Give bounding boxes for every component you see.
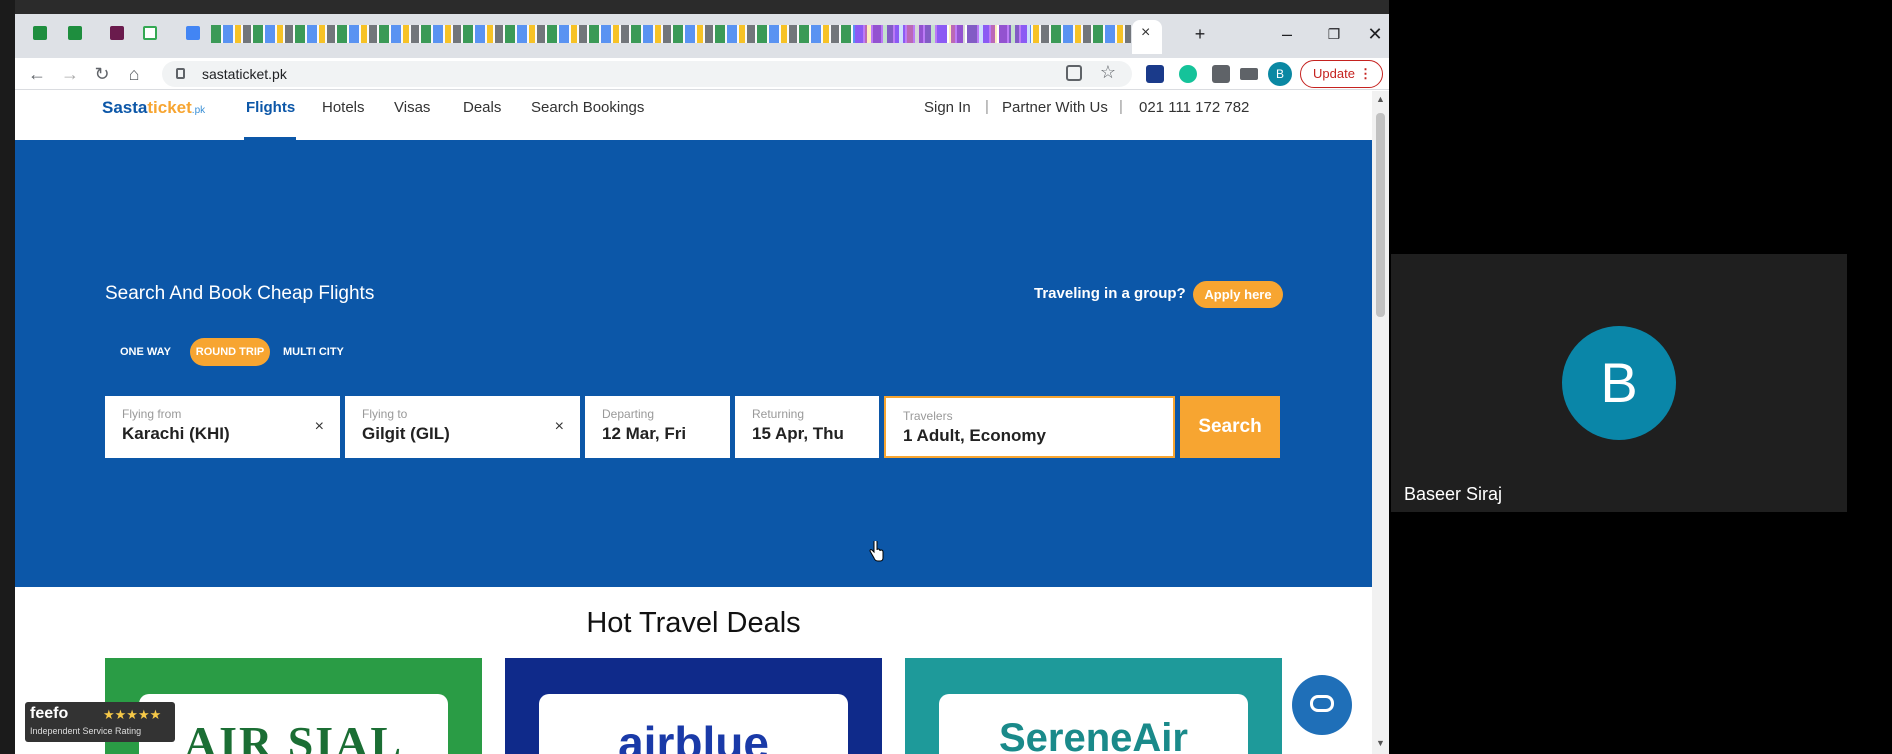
web-page: Sastaticket.pk Flights Hotels Visas Deal… — [15, 91, 1372, 754]
departing-label: Departing — [602, 407, 655, 421]
bookmark-star-icon[interactable]: ☆ — [1100, 62, 1116, 83]
reload-icon[interactable]: ↻ — [90, 62, 114, 86]
extension-vpn-icon[interactable] — [1146, 65, 1164, 83]
flight-search-hero: Search And Book Cheap Flights Traveling … — [15, 140, 1372, 587]
logo-suffix: .pk — [191, 105, 206, 116]
phone-number[interactable]: 021 111 172 782 — [1139, 99, 1249, 116]
rating-stars-icon: ★★★★★ — [103, 707, 162, 722]
flying-to-label: Flying to — [362, 407, 408, 421]
reading-list-icon[interactable] — [1240, 68, 1258, 80]
flying-to-field[interactable]: Flying to Gilgit (GIL) × — [345, 396, 580, 458]
browser-toolbar: ← → ↻ ⌂ sastaticket.pk ☆ B Update ⋮ — [15, 58, 1389, 90]
tab-meet[interactable] — [140, 22, 160, 44]
hand-cursor-icon — [869, 541, 884, 562]
site-header: Sastaticket.pk Flights Hotels Visas Deal… — [15, 91, 1372, 140]
scroll-up-icon[interactable]: ▲ — [1376, 94, 1385, 104]
nav-separator: | — [1119, 98, 1123, 115]
deal-card-sereneair[interactable]: SereneAir — [905, 658, 1282, 754]
url-text[interactable]: sastaticket.pk — [202, 66, 287, 82]
participant-avatar: B — [1562, 326, 1676, 440]
clear-to-icon[interactable]: × — [555, 418, 564, 436]
tab-sheets-2[interactable] — [65, 22, 85, 44]
tab-sheets-1[interactable] — [30, 22, 50, 44]
window-left-edge — [0, 0, 15, 754]
tab-docs[interactable] — [183, 22, 203, 44]
travelers-field[interactable]: Travelers 1 Adult, Economy — [884, 396, 1175, 458]
flying-from-label: Flying from — [122, 407, 182, 421]
forward-icon[interactable]: → — [58, 62, 82, 86]
apply-here-button[interactable]: Apply here — [1193, 281, 1283, 308]
airblue-logo: airblue — [539, 694, 848, 754]
participant-tile[interactable]: B Baseer Siraj — [1391, 254, 1847, 512]
window-top-edge — [0, 0, 1389, 14]
returning-label: Returning — [752, 407, 805, 421]
nav-visas[interactable]: Visas — [394, 99, 430, 116]
departing-value[interactable]: 12 Mar, Fri — [602, 424, 686, 444]
clear-from-icon[interactable]: × — [315, 418, 324, 436]
extension-grammarly-icon[interactable] — [1179, 65, 1197, 83]
new-tab-button[interactable]: + — [1180, 22, 1220, 46]
sereneair-logo: SereneAir — [939, 694, 1248, 754]
hero-title: Search And Book Cheap Flights — [105, 283, 375, 304]
departing-date-field[interactable]: Departing 12 Mar, Fri — [585, 396, 730, 458]
trip-type-one-way[interactable]: ONE WAY — [120, 338, 171, 366]
nav-hotels[interactable]: Hotels — [322, 99, 365, 116]
tab-app[interactable] — [107, 22, 127, 44]
flying-to-value[interactable]: Gilgit (GIL) — [362, 424, 450, 444]
screen: × + – ❐ ✕ ← → ↻ ⌂ sastaticket.pk ☆ B Upd… — [0, 0, 1892, 754]
browser-window: × + – ❐ ✕ ← → ↻ ⌂ sastaticket.pk ☆ B Upd… — [0, 0, 1389, 754]
returning-date-field[interactable]: Returning 15 Apr, Thu — [735, 396, 879, 458]
extensions-puzzle-icon[interactable] — [1212, 65, 1230, 83]
pinned-tabs-strip-purple[interactable] — [855, 25, 1030, 43]
close-window-button[interactable]: ✕ — [1355, 22, 1395, 46]
active-tab[interactable]: × — [1132, 20, 1162, 54]
nav-flights[interactable]: Flights — [246, 99, 295, 116]
back-icon[interactable]: ← — [25, 62, 49, 86]
chat-button[interactable] — [1292, 675, 1352, 735]
nav-separator: | — [985, 98, 989, 115]
logo-main: Sasta — [102, 98, 148, 117]
sign-in-link[interactable]: Sign In — [924, 99, 971, 116]
feefo-caption: Independent Service Rating — [30, 726, 142, 736]
tab-close-icon[interactable]: × — [1141, 24, 1150, 42]
feefo-logo: feefo — [30, 705, 69, 722]
logo-accent: ticket — [147, 98, 192, 117]
home-icon[interactable]: ⌂ — [122, 62, 146, 86]
partner-with-us-link[interactable]: Partner With Us — [1002, 99, 1108, 116]
trip-type-multi-city[interactable]: MULTI CITY — [283, 338, 344, 366]
airsial-logo: AIR SIAL — [139, 694, 448, 754]
page-scrollbar[interactable]: ▲ ▼ — [1372, 91, 1389, 754]
maximize-button[interactable]: ❐ — [1314, 22, 1354, 46]
flying-from-value[interactable]: Karachi (KHI) — [122, 424, 230, 444]
scroll-down-icon[interactable]: ▼ — [1376, 738, 1385, 748]
install-icon[interactable] — [1066, 65, 1082, 81]
update-button[interactable]: Update ⋮ — [1300, 60, 1383, 88]
group-travel-prompt: Traveling in a group? — [1034, 285, 1186, 302]
tab-strip: × + – ❐ ✕ — [15, 14, 1389, 62]
update-label: Update — [1313, 66, 1355, 81]
trip-type-round-trip[interactable]: ROUND TRIP — [190, 338, 270, 366]
chat-bubble-icon — [1310, 695, 1334, 712]
nav-deals[interactable]: Deals — [463, 99, 501, 116]
sastaticket-logo[interactable]: Sastaticket.pk — [102, 98, 205, 118]
menu-dots-icon[interactable]: ⋮ — [1359, 61, 1372, 87]
nav-search-bookings[interactable]: Search Bookings — [531, 99, 644, 116]
travelers-label: Travelers — [903, 409, 953, 423]
minimize-button[interactable]: – — [1267, 22, 1307, 46]
deal-card-airblue[interactable]: airblue — [505, 658, 882, 754]
returning-value[interactable]: 15 Apr, Thu — [752, 424, 844, 444]
search-flights-button[interactable]: Search — [1180, 396, 1280, 458]
hot-deals-title: Hot Travel Deals — [586, 607, 801, 639]
feefo-rating-badge[interactable]: feefo ★★★★★ Independent Service Rating — [25, 702, 175, 742]
profile-avatar[interactable]: B — [1268, 62, 1292, 86]
travelers-value[interactable]: 1 Adult, Economy — [903, 426, 1046, 446]
participant-name: Baseer Siraj — [1404, 484, 1503, 504]
scroll-thumb[interactable] — [1376, 113, 1385, 317]
lock-icon[interactable] — [176, 68, 185, 79]
flying-from-field[interactable]: Flying from Karachi (KHI) × — [105, 396, 340, 458]
address-bar[interactable]: sastaticket.pk ☆ — [162, 61, 1132, 87]
